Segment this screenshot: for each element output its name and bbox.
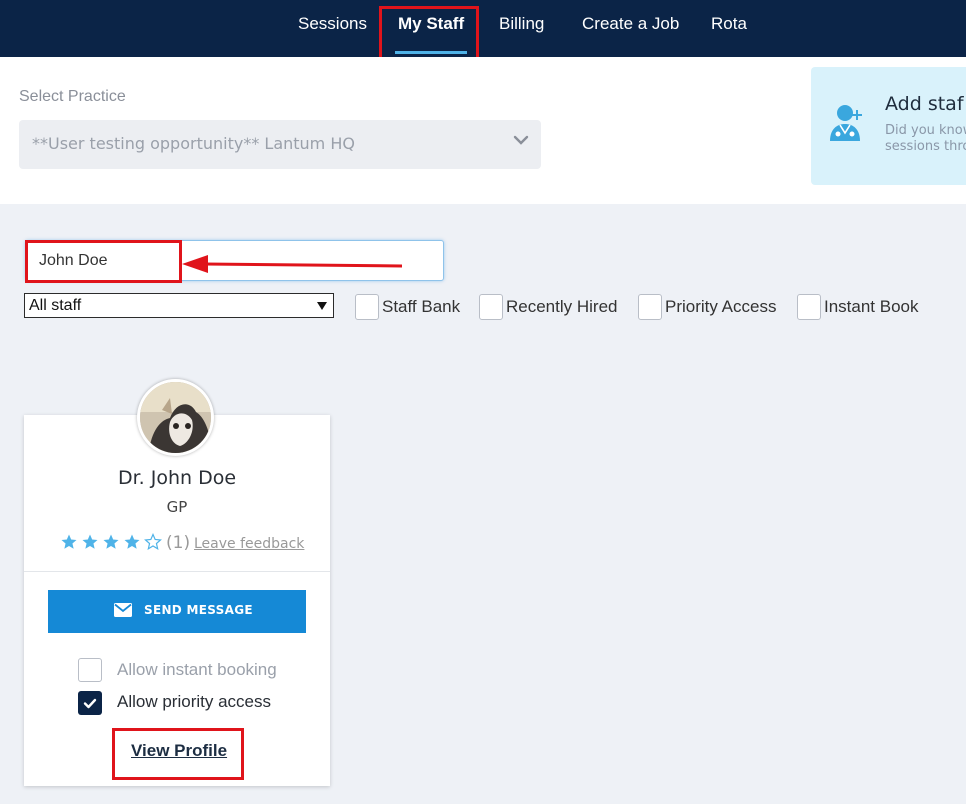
filter-checkbox[interactable] bbox=[638, 294, 662, 320]
select-practice-label: Select Practice bbox=[19, 88, 126, 105]
filter-checkbox[interactable] bbox=[479, 294, 503, 320]
nav-sessions[interactable]: Sessions bbox=[298, 0, 367, 57]
add-doctor-icon bbox=[830, 105, 862, 141]
promo-description: Did you know sessions thro bbox=[885, 123, 966, 154]
avatar[interactable] bbox=[137, 379, 214, 456]
priority-access-checkbox[interactable] bbox=[78, 691, 102, 715]
practice-select[interactable]: **User testing opportunity** Lantum HQ bbox=[19, 120, 541, 169]
star-filled-icon bbox=[124, 534, 140, 549]
staff-role: GP bbox=[166, 498, 188, 516]
instant-booking-label: Allow instant booking bbox=[117, 660, 277, 679]
promo-title: Add staf bbox=[885, 93, 964, 115]
star-filled-icon bbox=[82, 534, 98, 549]
add-staff-promo[interactable]: Add staf Did you know sessions thro bbox=[811, 67, 966, 185]
send-message-button[interactable]: SEND MESSAGE bbox=[48, 590, 306, 633]
filter-label: Recently Hired bbox=[506, 297, 618, 316]
nav-create-a-job[interactable]: Create a Job bbox=[582, 0, 679, 57]
staff-type-select-value: All staff bbox=[29, 297, 82, 314]
top-nav: Sessions My Staff Billing Create a Job R… bbox=[0, 0, 966, 57]
priority-access-label: Allow priority access bbox=[117, 692, 271, 711]
checkmark-icon bbox=[83, 698, 97, 709]
star-filled-icon bbox=[103, 534, 119, 549]
rating-count: (1) bbox=[166, 533, 191, 553]
instant-booking-checkbox[interactable] bbox=[78, 658, 102, 682]
annotation-arrow-icon bbox=[182, 255, 403, 273]
nav-rota[interactable]: Rota bbox=[711, 0, 747, 57]
annotation-highlight-search bbox=[25, 240, 182, 283]
staff-name: Dr. John Doe bbox=[117, 467, 237, 489]
send-message-label: SEND MESSAGE bbox=[144, 603, 253, 617]
filter-label: Instant Book bbox=[824, 297, 919, 316]
practice-select-value: **User testing opportunity** Lantum HQ bbox=[32, 134, 355, 153]
card-divider bbox=[24, 571, 330, 572]
nav-billing[interactable]: Billing bbox=[499, 0, 544, 57]
filter-label: Priority Access bbox=[665, 297, 777, 316]
filter-label: Staff Bank bbox=[382, 297, 461, 316]
star-filled-icon bbox=[61, 534, 77, 549]
annotation-highlight-view-profile bbox=[112, 728, 244, 780]
dropdown-arrow-icon bbox=[317, 302, 327, 310]
filter-checkbox[interactable] bbox=[797, 294, 821, 320]
filter-checkbox[interactable] bbox=[355, 294, 379, 320]
leave-feedback-link[interactable]: Leave feedback bbox=[194, 536, 304, 552]
staff-type-select[interactable]: All staff bbox=[24, 293, 334, 318]
envelope-icon bbox=[114, 603, 132, 617]
star-empty-icon bbox=[144, 533, 162, 550]
chevron-down-icon bbox=[513, 135, 529, 145]
